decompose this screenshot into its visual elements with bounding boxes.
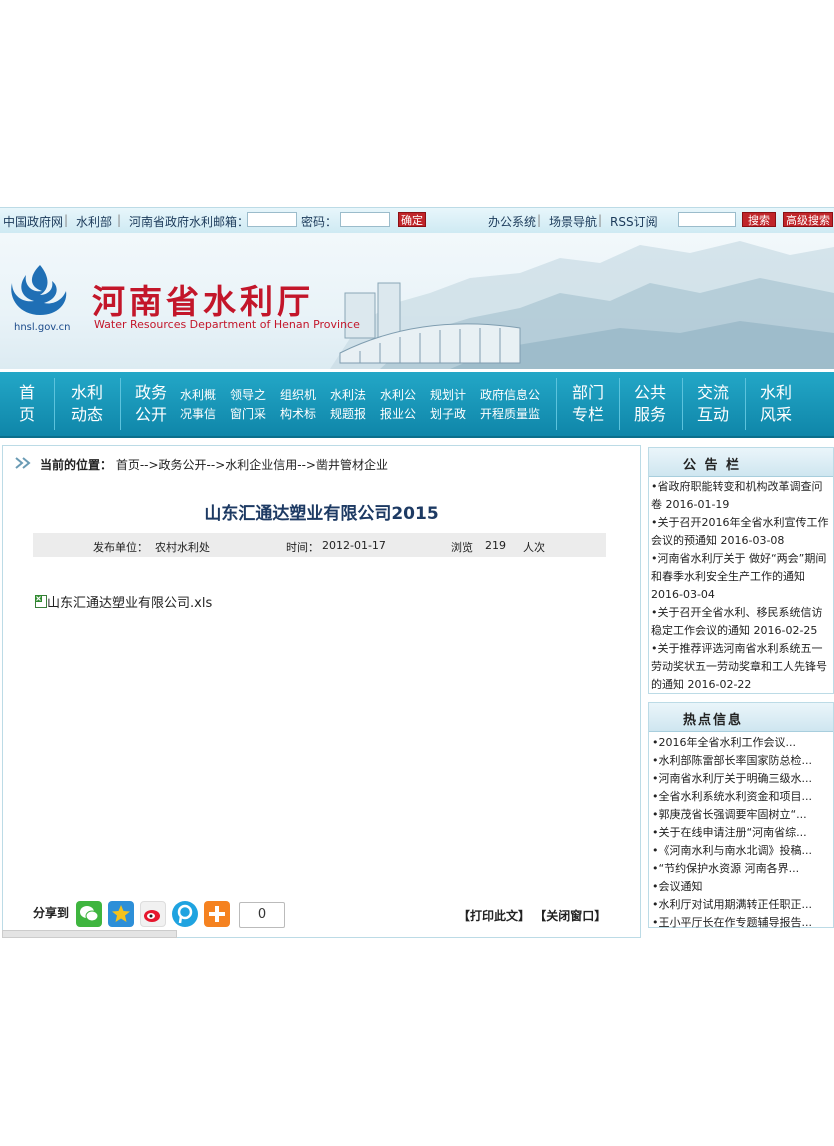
breadcrumb-path[interactable]: 首页-->政务公开-->水利企业信用-->凿井管材企业: [116, 458, 388, 472]
print-link[interactable]: 【打印此文】: [458, 909, 530, 923]
breadcrumb-label: 当前的位置：: [40, 458, 113, 472]
hot-info-item[interactable]: •水利厅对试用期满转正任职正...: [652, 896, 830, 912]
nav-gov-affairs[interactable]: 政务 公开: [128, 382, 174, 426]
nav-home[interactable]: 首页: [14, 382, 40, 426]
article-title: 山东汇通达塑业有限公司2015: [204, 504, 439, 524]
hot-info-item[interactable]: •“节约保护水资源 河南各界...: [652, 860, 830, 876]
link-scene-nav[interactable]: 场景导航: [549, 213, 597, 230]
views-label: 浏览: [451, 541, 473, 554]
nav-separator: [745, 378, 746, 430]
link-office-system[interactable]: 办公系统: [488, 213, 536, 230]
notice-item[interactable]: •关于召开2016年全省水利宣传工作会议的预通知 2016-03-08: [651, 514, 831, 550]
article-meta-bar: 发布单位： 农村水利处 时间： 2012-01-17 浏览 219 人次: [33, 533, 606, 557]
nav-public-service[interactable]: 公共 服务: [628, 382, 672, 426]
notice-board: 公 告 栏 •省政府职能转变和机构改革调查问卷 2016-01-19 •关于召开…: [648, 447, 834, 694]
divider: |: [598, 213, 603, 227]
search-input[interactable]: [678, 212, 736, 227]
nav-departments[interactable]: 部门 专栏: [566, 382, 610, 426]
tencent-weibo-icon[interactable]: [172, 901, 198, 927]
nav-sub-organization[interactable]: 组织机 构术标: [278, 386, 318, 424]
main-nav: 首页 水利 动态 政务 公开 水利概 况事信 领导之 窗门采 组织机 构术标 水利法 规题报…: [0, 372, 834, 438]
time-value: 2012-01-17: [322, 539, 386, 552]
hot-info-item[interactable]: •河南省水利厅关于明确三级水...: [652, 770, 830, 786]
nav-separator: [120, 378, 121, 430]
more-share-icon[interactable]: [204, 901, 230, 927]
search-button[interactable]: 搜索: [742, 212, 776, 227]
article-panel: 当前的位置： 首页-->政务公开-->水利企业信用-->凿井管材企业 山东汇通达…: [2, 445, 641, 938]
nav-gallery[interactable]: 水利 风采: [754, 382, 798, 426]
site-domain: hnsl.gov.cn: [14, 322, 71, 333]
logo-icon: [11, 265, 67, 315]
hot-info-item[interactable]: •郭庚茂省长强调要牢固树立“...: [652, 806, 830, 822]
nav-interaction[interactable]: 交流 互动: [691, 382, 735, 426]
publisher-value: 农村水利处: [155, 541, 210, 554]
hot-info-item[interactable]: •2016年全省水利工作会议...: [652, 734, 830, 750]
nav-sub-leadership[interactable]: 领导之 窗门采: [228, 386, 268, 424]
site-banner: hnsl.gov.cn 河南省水利厅 Water Resources Depar…: [0, 233, 834, 369]
notice-board-title: 公 告 栏: [683, 458, 742, 473]
views-value: 219: [485, 539, 506, 552]
hot-info-item[interactable]: •关于在线申请注册“河南省综...: [652, 824, 830, 840]
divider: |: [64, 213, 69, 227]
weibo-icon[interactable]: [140, 901, 166, 927]
hot-info-item[interactable]: •会议通知: [652, 878, 830, 894]
link-rss[interactable]: RSS订阅: [610, 213, 658, 230]
mail-label: 水利邮箱：: [189, 215, 250, 229]
attachment-filename: 山东汇通达塑业有限公司.xls: [47, 596, 213, 611]
divider: |: [117, 213, 122, 227]
nav-sub-overview[interactable]: 水利概 况事信: [178, 386, 218, 424]
nav-sub-bulletin[interactable]: 水利公 报业公: [378, 386, 418, 424]
nav-separator: [54, 378, 55, 430]
double-chevron-right-icon: [15, 457, 31, 469]
divider: |: [537, 213, 542, 227]
nav-water-news[interactable]: 水利 动态: [64, 382, 110, 426]
hot-info-item[interactable]: •全省水利系统水利资金和项目...: [652, 788, 830, 804]
site-title-english: Water Resources Department of Henan Prov…: [94, 318, 360, 331]
password-label: 密码：: [301, 215, 338, 229]
link-henan-gov[interactable]: 河南省政府: [129, 213, 189, 230]
wechat-icon[interactable]: [76, 901, 102, 927]
share-label: 分享到: [33, 906, 70, 920]
excel-file-icon: [35, 595, 47, 608]
publisher-label: 发布单位：: [93, 541, 148, 554]
hot-info-item[interactable]: •王小平厅长在作专题辅导报告...: [652, 914, 830, 930]
hot-info-panel: 热点信息 •2016年全省水利工作会议... •水利部陈雷部长率国家防总检...…: [648, 702, 834, 930]
attachment-link[interactable]: 山东汇通达塑业有限公司.xls: [35, 592, 212, 611]
breadcrumb: 当前的位置： 首页-->政务公开-->水利企业信用-->凿井管材企业: [3, 446, 640, 480]
mail-username-input[interactable]: [247, 212, 297, 227]
time-label: 时间：: [286, 541, 319, 554]
nav-separator: [682, 378, 683, 430]
confirm-button[interactable]: 确定: [398, 212, 426, 227]
qzone-icon[interactable]: [108, 901, 134, 927]
close-window-link[interactable]: 【关闭窗口】: [534, 909, 606, 923]
nav-sub-planning[interactable]: 规划计 划子政: [428, 386, 468, 424]
link-mwr[interactable]: 水利部: [76, 213, 112, 230]
hot-info-item[interactable]: •水利部陈雷部长率国家防总检...: [652, 752, 830, 768]
horizontal-scrollbar[interactable]: [2, 930, 177, 938]
hot-info-title: 热点信息: [683, 713, 744, 728]
site-title: 河南省水利厅: [92, 282, 314, 321]
link-gov-cn[interactable]: 中国政府网: [3, 213, 63, 230]
notice-item[interactable]: •关于推荐评选河南省水利系统五一劳动奖状五一劳动奖章和工人先锋号的通知 2016…: [651, 640, 831, 694]
top-bar: 中国政府网 | 水利部 | 河南省政府 水利邮箱： 密码： 确定 办公系统 | …: [0, 207, 834, 234]
notice-item[interactable]: •河南省水利厅关于 做好“两会”期间和春季水利安全生产工作的通知 2016-03…: [651, 550, 831, 604]
nav-separator: [619, 378, 620, 430]
notice-item[interactable]: •省政府职能转变和机构改革调查问卷 2016-01-19: [651, 478, 831, 514]
share-count: 0: [239, 902, 285, 928]
nav-separator: [556, 378, 557, 430]
hot-info-item[interactable]: •《河南水利与南水北调》投稿...: [652, 842, 830, 858]
advanced-search-button[interactable]: 高级搜索: [783, 212, 833, 227]
views-unit: 人次: [523, 541, 545, 554]
nav-sub-info-disclosure[interactable]: 政府信息公 开程质量监: [478, 386, 542, 424]
mail-password-input[interactable]: [340, 212, 390, 227]
notice-item[interactable]: •关于召开全省水利、移民系统信访稳定工作会议的通知 2016-02-25: [651, 604, 831, 640]
nav-sub-regulations[interactable]: 水利法 规题报: [328, 386, 368, 424]
